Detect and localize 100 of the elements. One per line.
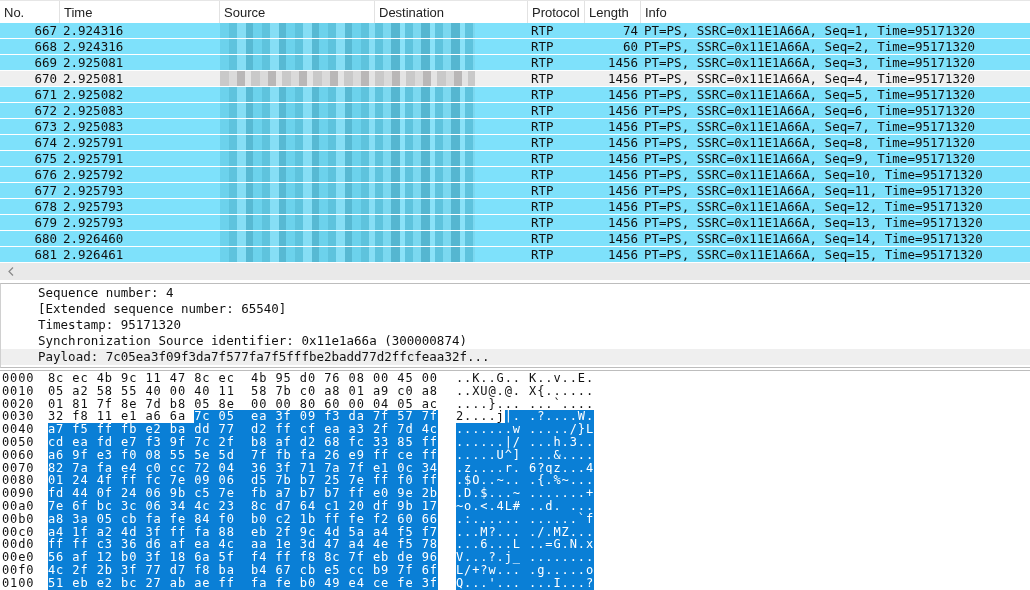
hex-bytes[interactable]: ff ff c3 36 d6 af ea 4c aa 1e 3d 47 a4 4e f5 78 bbox=[48, 538, 438, 552]
packet-info: PT=PS, SSRC=0x11E1A66A, Seq=15, Time=95171320 bbox=[644, 247, 983, 262]
packet-protocol: RTP bbox=[531, 167, 554, 182]
hex-bytes[interactable]: 7c 05 ea 3f 09 f3 da 7f 57 7f bbox=[194, 410, 438, 424]
packet-protocol: RTP bbox=[531, 23, 554, 38]
packet-row[interactable]: 670 2.925081 RTP 1456 PT=PS, SSRC=0x11E1A66A, Seq=4, Time=95171320 bbox=[0, 71, 1030, 87]
packet-length: 1456 bbox=[607, 103, 638, 118]
ascii-text[interactable]: .D.$...~ .......+ bbox=[456, 487, 595, 500]
detail-line[interactable]: Sequence number: 4 bbox=[1, 285, 1030, 301]
hex-offset: 0080 bbox=[1, 474, 36, 488]
ascii-text[interactable]: 2....j bbox=[456, 410, 505, 424]
hex-bytes[interactable]: fd 44 0f 24 06 9b c5 7e fb a7 b7 b7 ff e0 9e 2b bbox=[48, 487, 438, 500]
packet-row[interactable]: 680 2.926460 RTP 1456 PT=PS, SSRC=0x11E1A66A, Seq=14, Time=95171320 bbox=[0, 231, 1030, 247]
detail-text: [Extended sequence number: 65540] bbox=[38, 301, 287, 316]
packet-row[interactable]: 671 2.925082 RTP 1456 PT=PS, SSRC=0x11E1A66A, Seq=5, Time=95171320 bbox=[0, 87, 1030, 103]
hex-bytes[interactable]: a7 f5 ff fb e2 ba dd 77 d2 ff cf ea a3 2f 7d 4c bbox=[48, 423, 438, 436]
packet-number: 672 bbox=[34, 103, 57, 118]
ascii-text[interactable]: .$O..~.. .{.%~... bbox=[456, 474, 595, 488]
packet-row[interactable]: 675 2.925791 RTP 1456 PT=PS, SSRC=0x11E1A66A, Seq=9, Time=95171320 bbox=[0, 151, 1030, 167]
hex-bytes[interactable]: 8c ec 4b 9c 11 47 8c ec 4b 95 d0 76 08 00 45 00 bbox=[48, 372, 438, 385]
packet-time: 2.925791 bbox=[63, 151, 124, 166]
hex-bytes[interactable]: 05 a2 58 55 40 00 40 11 58 7b c0 a8 01 a9 c0 a8 bbox=[48, 384, 438, 398]
chevron-left-icon[interactable] bbox=[8, 267, 14, 276]
packet-protocol: RTP bbox=[531, 87, 554, 102]
packet-row[interactable]: 673 2.925083 RTP 1456 PT=PS, SSRC=0x11E1A66A, Seq=7, Time=95171320 bbox=[0, 119, 1030, 135]
packet-row[interactable]: 677 2.925793 RTP 1456 PT=PS, SSRC=0x11E1A66A, Seq=11, Time=95171320 bbox=[0, 183, 1030, 199]
hex-offset: 00c0 bbox=[1, 525, 36, 539]
hex-offset: 0000 bbox=[1, 372, 36, 385]
packet-time: 2.926461 bbox=[63, 247, 124, 262]
packet-length: 1456 bbox=[607, 231, 638, 246]
packet-number: 675 bbox=[34, 151, 57, 166]
packet-info: PT=PS, SSRC=0x11E1A66A, Seq=7, Time=95171320 bbox=[644, 119, 976, 134]
packet-number: 668 bbox=[34, 39, 57, 54]
detail-line[interactable]: Synchronization Source identifier: 0x11e1a66a (300000874) bbox=[1, 333, 1030, 349]
packet-time: 2.925081 bbox=[63, 71, 124, 86]
hex-offset: 00a0 bbox=[1, 499, 36, 513]
packet-protocol: RTP bbox=[531, 55, 554, 70]
hex-offset: 00f0 bbox=[1, 563, 36, 577]
packet-row[interactable]: 681 2.926461 RTP 1456 PT=PS, SSRC=0x11E1A66A, Seq=15, Time=95171320 bbox=[0, 247, 1030, 263]
packet-time: 2.925792 bbox=[63, 167, 124, 182]
ascii-text[interactable]: ..K..G.. K..v..E. bbox=[456, 372, 595, 385]
packet-info: PT=PS, SSRC=0x11E1A66A, Seq=4, Time=95171320 bbox=[644, 71, 976, 86]
ascii-text[interactable]: ....}... ...`.... bbox=[456, 397, 595, 411]
packet-row[interactable]: 678 2.925793 RTP 1456 PT=PS, SSRC=0x11E1A66A, Seq=12, Time=95171320 bbox=[0, 199, 1030, 215]
packet-number: 670 bbox=[34, 71, 57, 86]
hex-offset: 0040 bbox=[1, 423, 36, 436]
packet-time: 2.924316 bbox=[63, 23, 124, 38]
packet-row[interactable]: 679 2.925793 RTP 1456 PT=PS, SSRC=0x11E1A66A, Seq=13, Time=95171320 bbox=[0, 215, 1030, 231]
ascii-text[interactable]: |. .?....W. bbox=[504, 410, 595, 424]
packet-row[interactable]: 667 2.924316 RTP 74 PT=PS, SSRC=0x11E1A66A, Seq=1, Time=95171320 bbox=[0, 23, 1030, 39]
packet-row[interactable]: 668 2.924316 RTP 60 PT=PS, SSRC=0x11E1A66A, Seq=2, Time=95171320 bbox=[0, 39, 1030, 55]
packet-length: 1456 bbox=[607, 71, 638, 86]
packet-length: 1456 bbox=[607, 151, 638, 166]
packet-info: PT=PS, SSRC=0x11E1A66A, Seq=3, Time=95171320 bbox=[644, 55, 976, 70]
ascii-text[interactable]: .......w ...../}L bbox=[456, 423, 595, 436]
packet-length: 1456 bbox=[607, 215, 638, 230]
packet-time: 2.925791 bbox=[63, 135, 124, 150]
ascii-text[interactable]: ...6...L ..=G.N.x bbox=[456, 538, 595, 552]
packet-length: 1456 bbox=[607, 87, 638, 102]
packet-length: 1456 bbox=[607, 247, 638, 262]
ascii-text[interactable]: V...?.j_ ........ bbox=[456, 551, 595, 564]
hex-offset: 0050 bbox=[1, 436, 36, 449]
packet-time: 2.925083 bbox=[63, 119, 124, 134]
detail-line[interactable]: Timestamp: 95171320 bbox=[1, 317, 1030, 333]
hex-offset: 0100 bbox=[1, 576, 36, 590]
hex-bytes[interactable]: 56 af 12 b0 3f 18 6a 5f f4 ff f8 8c 7f eb de 96 bbox=[48, 551, 438, 564]
packet-protocol: RTP bbox=[531, 215, 554, 230]
packet-row[interactable]: 674 2.925791 RTP 1456 PT=PS, SSRC=0x11E1A66A, Seq=8, Time=95171320 bbox=[0, 135, 1030, 151]
packet-info: PT=PS, SSRC=0x11E1A66A, Seq=9, Time=95171320 bbox=[644, 151, 976, 166]
packet-number: 671 bbox=[34, 87, 57, 102]
hex-offset: 00e0 bbox=[1, 551, 36, 564]
packet-info: PT=PS, SSRC=0x11E1A66A, Seq=2, Time=95171320 bbox=[644, 39, 976, 54]
hex-bytes[interactable]: 32 f8 11 e1 a6 6a bbox=[48, 410, 195, 424]
packet-row[interactable]: 669 2.925081 RTP 1456 PT=PS, SSRC=0x11E1A66A, Seq=3, Time=95171320 bbox=[0, 55, 1030, 71]
packet-number: 676 bbox=[34, 167, 57, 182]
packet-protocol: RTP bbox=[531, 231, 554, 246]
detail-text: Timestamp: 95171320 bbox=[38, 317, 181, 332]
hex-offset: 0010 bbox=[1, 384, 36, 398]
detail-line[interactable]: [Extended sequence number: 65540] bbox=[1, 301, 1030, 317]
horizontal-scrollbar[interactable] bbox=[0, 263, 1030, 280]
packet-row[interactable]: 672 2.925083 RTP 1456 PT=PS, SSRC=0x11E1A66A, Seq=6, Time=95171320 bbox=[0, 103, 1030, 119]
packet-protocol: RTP bbox=[531, 71, 554, 86]
packet-time: 2.925793 bbox=[63, 215, 124, 230]
packet-info: PT=PS, SSRC=0x11E1A66A, Seq=11, Time=95171320 bbox=[644, 183, 983, 198]
hex-offset: 0060 bbox=[1, 448, 36, 462]
packet-row[interactable]: 676 2.925792 RTP 1456 PT=PS, SSRC=0x11E1A66A, Seq=10, Time=95171320 bbox=[0, 167, 1030, 183]
packet-protocol: RTP bbox=[531, 151, 554, 166]
hex-bytes[interactable]: 01 24 4f ff fc 7e 09 06 d5 7b b7 25 7e ff f0 ff bbox=[48, 474, 438, 488]
hex-offset: 0020 bbox=[1, 397, 36, 411]
hex-bytes[interactable]: 01 81 7f 8e 7d b8 05 8e 00 00 80 60 00 04 05 ac bbox=[48, 397, 438, 411]
packet-protocol: RTP bbox=[531, 39, 554, 54]
hex-offset: 0070 bbox=[1, 461, 36, 475]
hex-offset: 0090 bbox=[1, 487, 36, 500]
packet-time: 2.925081 bbox=[63, 55, 124, 70]
ascii-text[interactable]: ..XU@.@. X{...... bbox=[456, 384, 595, 398]
packet-time: 2.925793 bbox=[63, 199, 124, 214]
packet-number: 680 bbox=[34, 231, 57, 246]
column-header[interactable]: Info bbox=[641, 1, 1030, 23]
packet-info: PT=PS, SSRC=0x11E1A66A, Seq=6, Time=95171320 bbox=[644, 103, 976, 118]
packet-number: 673 bbox=[34, 119, 57, 134]
